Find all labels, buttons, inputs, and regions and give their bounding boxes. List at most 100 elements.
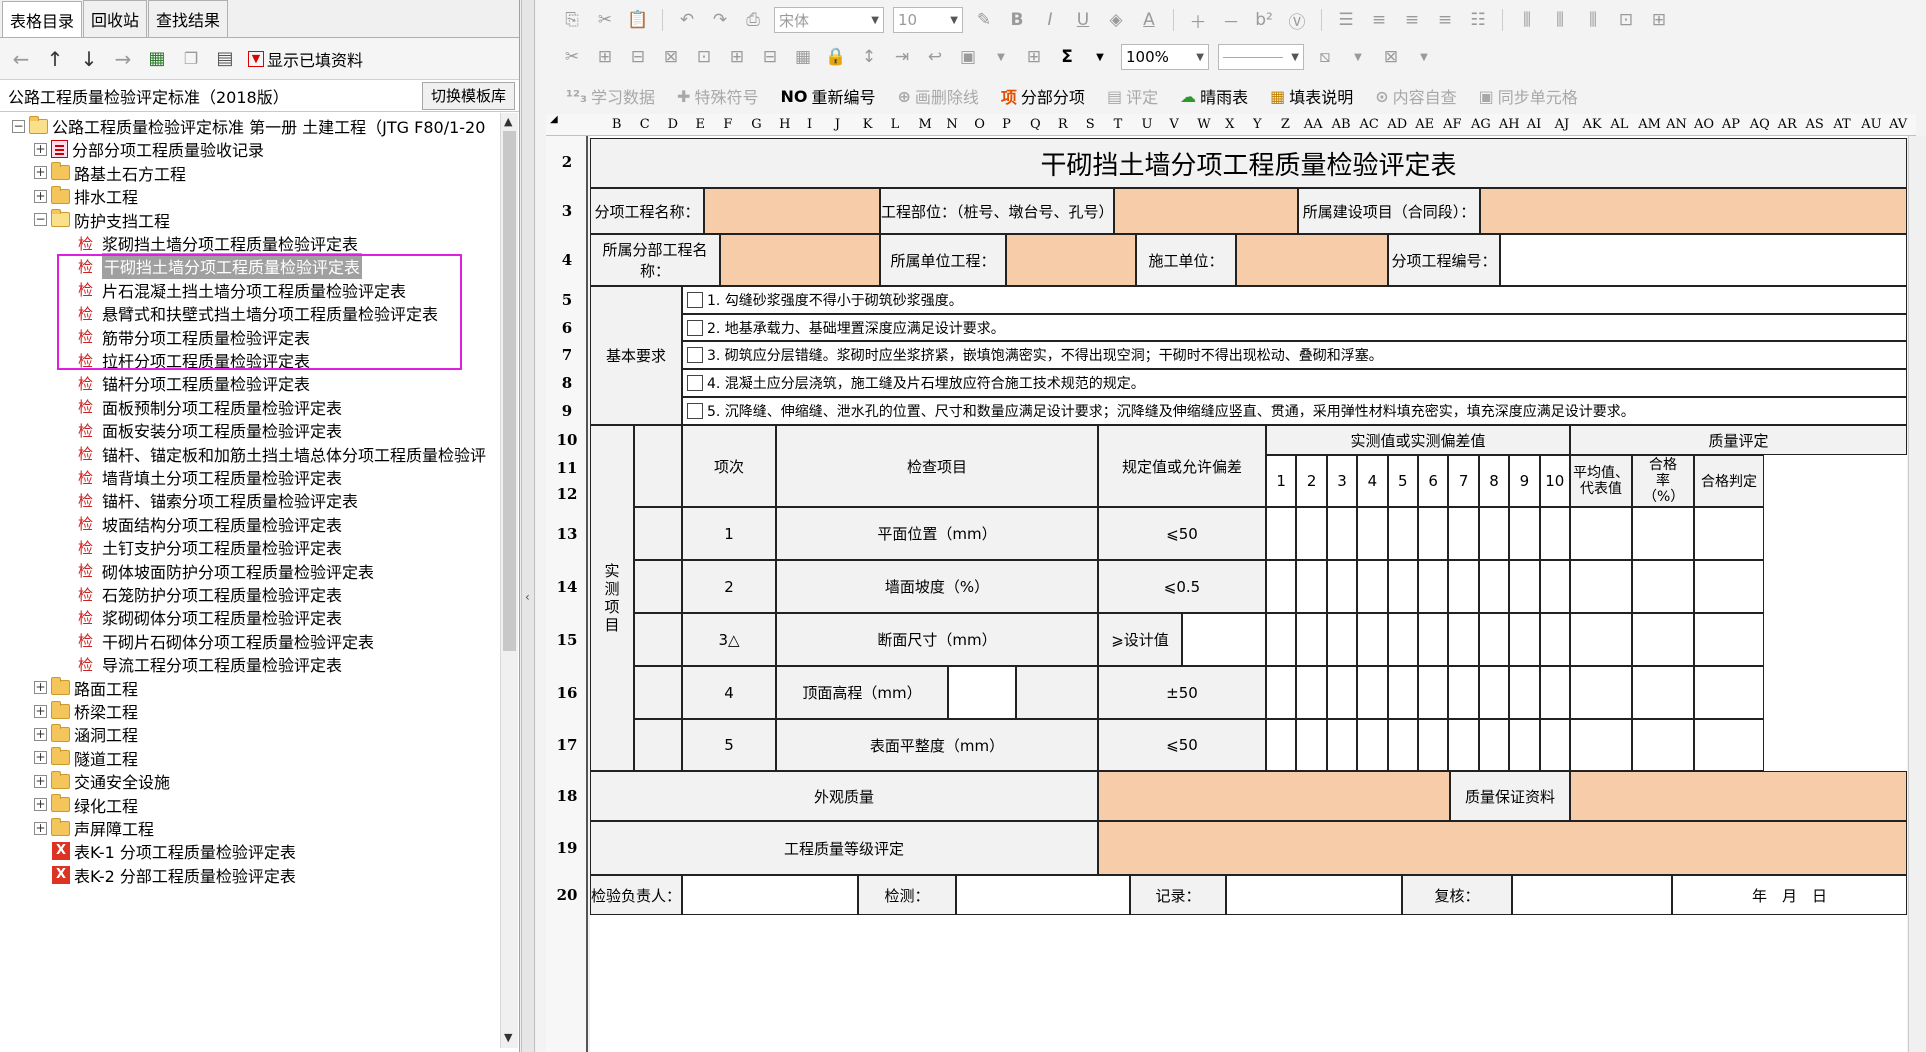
tree-table[interactable]: X 表K-1 分项工程质量检验评定表	[52, 838, 296, 864]
measured-value-cell[interactable]	[1266, 666, 1297, 719]
measured-value-cell[interactable]	[1418, 507, 1449, 560]
row-header[interactable]: 8	[546, 374, 588, 392]
show-filled-toggle[interactable]: ▼ 显示已填资料	[248, 47, 363, 71]
column-header[interactable]: H	[779, 117, 790, 132]
toolbar-button-8[interactable]: ⊙ 内容自查	[1375, 84, 1456, 108]
diagonal-border-icon[interactable]: ⧅	[1313, 45, 1337, 69]
row-header[interactable]: 9	[546, 402, 588, 420]
delete-col-icon[interactable]: ⊡	[692, 45, 716, 69]
expand-icon[interactable]: +	[34, 189, 47, 203]
tree-group[interactable]: + 隧道工程	[34, 745, 138, 771]
table-icon[interactable]: ▦	[791, 45, 815, 69]
scroll-up-icon[interactable]: ▲	[504, 115, 512, 128]
image-icon[interactable]: ▣	[956, 45, 980, 69]
arrow-right-icon[interactable]: →	[112, 47, 134, 71]
measured-value-cell[interactable]	[1418, 719, 1449, 771]
measured-value-cell[interactable]	[1539, 613, 1570, 666]
plus-icon[interactable]: ＋	[1186, 8, 1210, 33]
print-icon[interactable]: ⎙	[741, 8, 765, 32]
column-header[interactable]: J	[835, 117, 840, 132]
average-cell[interactable]	[1570, 613, 1632, 666]
row-header[interactable]: 13	[546, 525, 588, 543]
measured-value-cell[interactable]	[1539, 560, 1570, 613]
column-header[interactable]: Z	[1281, 117, 1290, 132]
row-header[interactable]: 5	[546, 291, 588, 309]
tree-item[interactable]: 检土钉支护分项工程质量检验评定表	[78, 534, 342, 560]
column-header[interactable]: Q	[1030, 117, 1041, 132]
column-header[interactable]: O	[974, 117, 985, 132]
inspector-input[interactable]	[682, 875, 858, 915]
column-header[interactable]: AP	[1722, 117, 1740, 132]
column-header[interactable]: AG	[1471, 117, 1491, 132]
measured-value-cell[interactable]	[1266, 719, 1297, 771]
column-header[interactable]: U	[1142, 117, 1153, 132]
measured-value-cell[interactable]	[1478, 719, 1510, 771]
wrap-icon[interactable]: ↩	[923, 45, 947, 69]
average-cell[interactable]	[1570, 666, 1632, 719]
font-size-select[interactable]: 10 ▼	[893, 7, 963, 33]
row-header[interactable]: 6	[546, 319, 588, 337]
tree-group[interactable]: + 排水工程	[34, 183, 138, 209]
expand-icon[interactable]: +	[34, 704, 47, 718]
collapse-icon[interactable]: −	[34, 213, 47, 227]
row-header[interactable]: 3	[546, 202, 588, 220]
tree-item[interactable]: 检浆砌砌体分项工程质量检验评定表	[78, 604, 342, 630]
grid-icon[interactable]: ⊞	[1022, 45, 1046, 69]
row-header[interactable]: 7	[546, 346, 588, 364]
copy-icon[interactable]: ❐	[180, 48, 202, 70]
row-header[interactable]: 18	[546, 787, 588, 805]
column-header[interactable]: AL	[1610, 117, 1628, 132]
column-header[interactable]: AV	[1889, 117, 1907, 132]
measured-value-cell[interactable]	[1509, 560, 1540, 613]
undo-icon[interactable]: ↶	[675, 8, 699, 32]
zoom-select[interactable]: 100% ▼	[1121, 44, 1209, 70]
delete-row-icon[interactable]: ⊠	[659, 45, 683, 69]
sheet-add-icon[interactable]: ▦	[146, 48, 168, 70]
tree-item[interactable]: 检锚杆分项工程质量检验评定表	[78, 370, 310, 396]
measured-value-cell[interactable]	[1448, 719, 1479, 771]
tree-group[interactable]: + 路基土石方工程	[34, 160, 186, 186]
construction-project-input[interactable]	[1480, 188, 1907, 234]
column-header[interactable]: AQ	[1750, 117, 1770, 132]
tree-group[interactable]: + 涵洞工程	[34, 721, 138, 747]
column-header[interactable]: V	[1169, 117, 1178, 132]
row-header[interactable]: 20	[546, 886, 588, 904]
align-left-icon[interactable]: ≡	[1367, 8, 1391, 32]
tree-group-open[interactable]: − 防护支挡工程	[34, 207, 170, 233]
tree-group[interactable]: + 桥梁工程	[34, 698, 138, 724]
column-header[interactable]: AE	[1415, 117, 1434, 132]
formula-icon[interactable]: Ⓥ	[1285, 8, 1309, 33]
sheet-list-icon[interactable]: ▤	[214, 48, 236, 70]
sheet-scrollbar[interactable]	[1908, 136, 1926, 1052]
column-header[interactable]: S	[1086, 117, 1095, 132]
tree-group[interactable]: + 绿化工程	[34, 792, 138, 818]
cut-cell-icon[interactable]: ✂	[560, 45, 584, 69]
requirement-checkbox[interactable]	[687, 375, 703, 391]
tree-group[interactable]: + 路面工程	[34, 675, 138, 701]
measured-value-cell[interactable]	[1387, 560, 1418, 613]
measured-value-cell[interactable]	[1418, 560, 1449, 613]
column-header[interactable]: AF	[1443, 117, 1461, 132]
tree-item[interactable]: 检墙背填土分项工程质量检验评定表	[78, 464, 342, 490]
chevron-down-icon[interactable]: ▼	[1412, 45, 1436, 69]
expand-icon[interactable]: +	[34, 774, 47, 788]
column-header[interactable]: C	[640, 117, 650, 132]
measured-value-cell[interactable]	[1539, 507, 1570, 560]
average-cell[interactable]	[1570, 719, 1632, 771]
expand-icon[interactable]: +	[34, 727, 47, 741]
measured-value-cell[interactable]	[1357, 666, 1388, 719]
row-header[interactable]: 19	[546, 839, 588, 857]
col-width-icon[interactable]: ⊟	[758, 45, 782, 69]
measured-value-cell[interactable]	[1509, 719, 1540, 771]
column-header[interactable]: R	[1058, 117, 1068, 132]
lock-icon[interactable]: 🔒	[824, 45, 848, 69]
column-header[interactable]: AN	[1666, 117, 1687, 132]
column-header[interactable]: AR	[1778, 117, 1797, 132]
collapse-icon[interactable]: −	[12, 119, 25, 133]
division-name-input[interactable]	[720, 234, 880, 286]
column-header[interactable]: B	[612, 117, 622, 132]
column-header[interactable]: AS	[1805, 117, 1823, 132]
scrollbar-thumb[interactable]	[503, 131, 516, 651]
row-header[interactable]: 4	[546, 251, 588, 269]
measured-value-cell[interactable]	[1357, 613, 1388, 666]
